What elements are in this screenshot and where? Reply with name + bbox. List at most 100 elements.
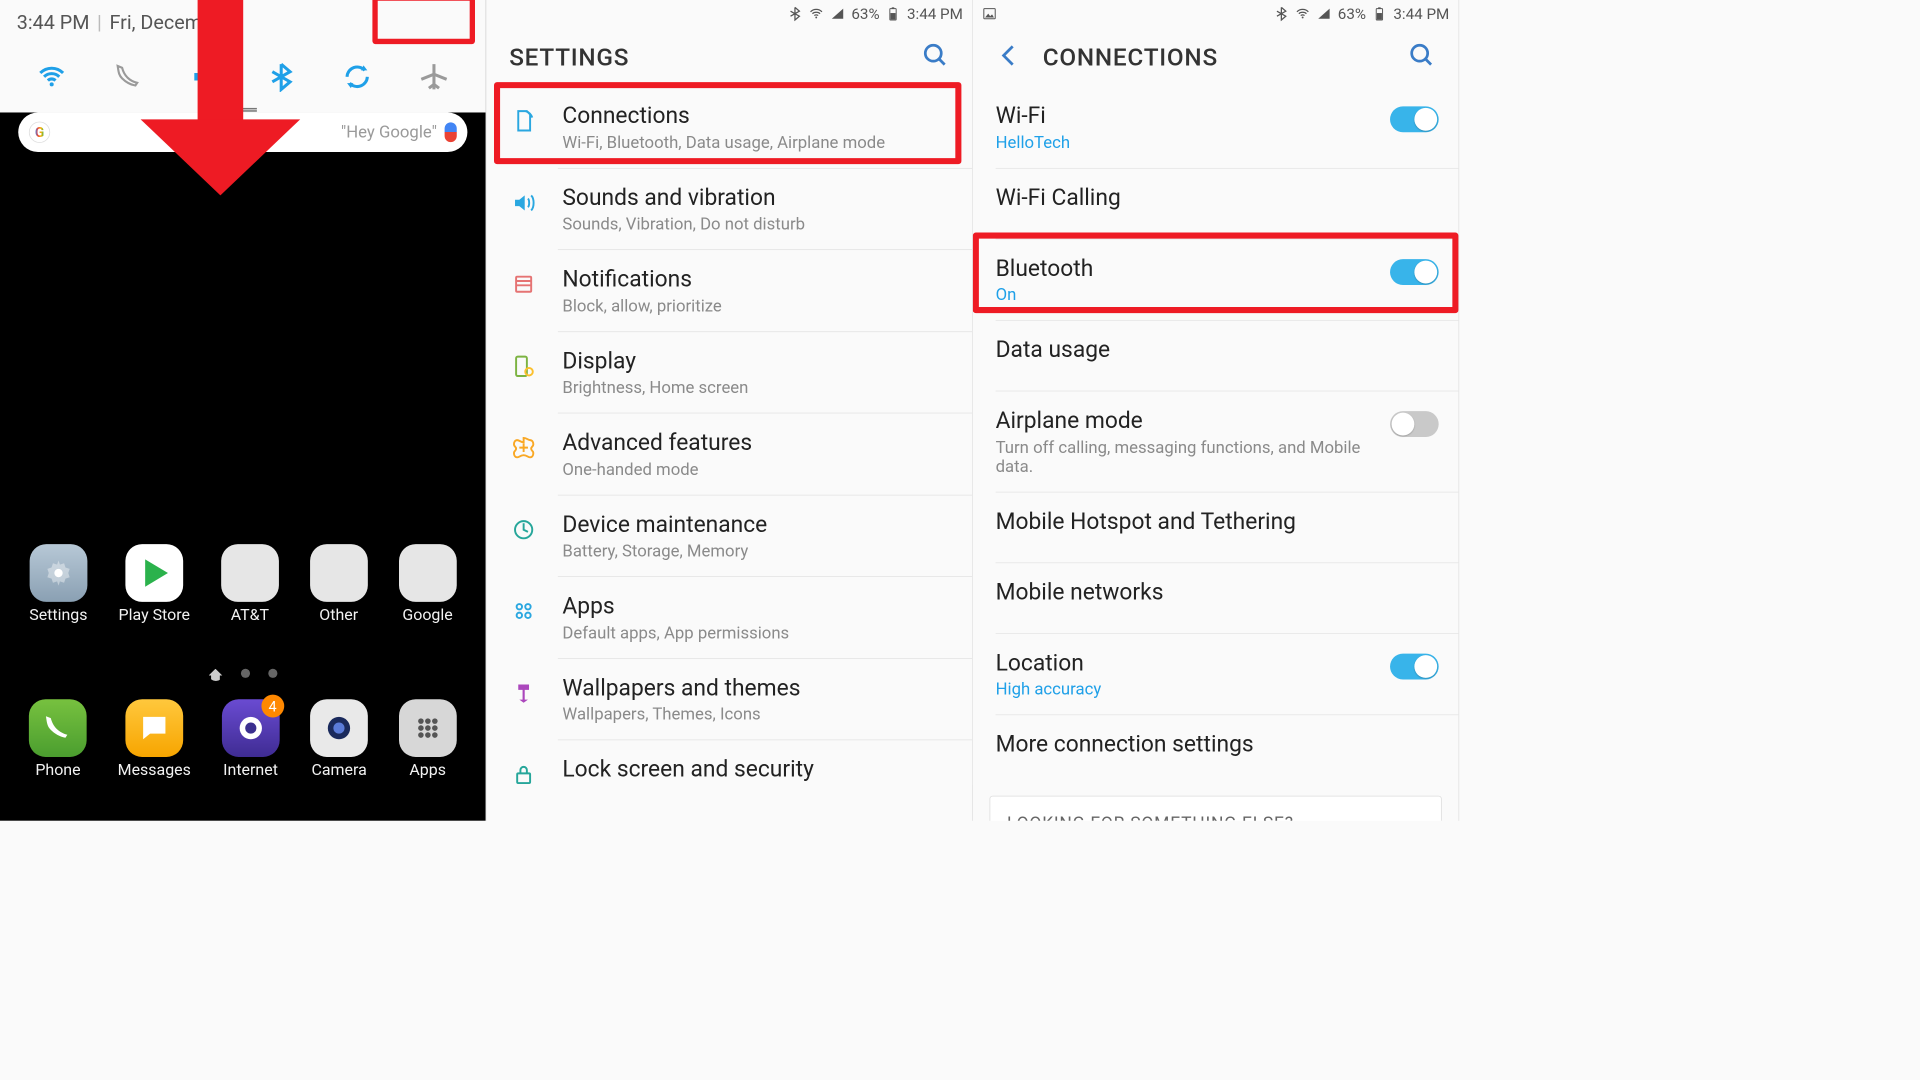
settings-title: SETTINGS — [509, 43, 629, 72]
app-internet[interactable]: 4Internet — [222, 699, 280, 780]
back-button[interactable] — [996, 42, 1023, 72]
app-camera[interactable]: Camera — [310, 699, 368, 780]
settings-row-notifications[interactable]: NotificationsBlock, allow, prioritize — [486, 250, 972, 331]
google-g-icon: G — [29, 122, 50, 143]
settings-row-lock-screen-and-security[interactable]: Lock screen and security — [486, 740, 972, 810]
row-subtitle: Sounds, Vibration, Do not disturb — [562, 215, 952, 234]
battery-icon — [1372, 6, 1387, 21]
adv-icon — [508, 432, 540, 464]
settings-row-apps[interactable]: AppsDefault apps, App permissions — [486, 577, 972, 658]
row-title: Device maintenance — [562, 510, 952, 538]
signal-icon — [830, 6, 845, 21]
bluetooth-icon[interactable] — [264, 59, 299, 94]
app-apps[interactable]: Apps — [399, 699, 457, 780]
notification-shade[interactable]: 3:44 PM | Fri, December — [0, 0, 486, 112]
pane-notification-shade: 3:44 PM | Fri, December G "Hey Google" S… — [0, 0, 486, 821]
airplane-icon[interactable] — [416, 59, 451, 94]
row-title: Wi-Fi — [996, 102, 1375, 131]
home-row-1: Settings Play Store AT&T Other Google — [0, 544, 486, 625]
phone-icon[interactable] — [111, 59, 146, 94]
row-title: Apps — [562, 592, 952, 621]
conn-row-mobile-hotspot-and-tethering[interactable]: Mobile Hotspot and Tethering — [973, 492, 1459, 562]
conn-row-wi-fi-calling[interactable]: Wi-Fi Calling — [973, 168, 1459, 238]
shade-topbar: 3:44 PM | Fri, December — [0, 0, 486, 46]
sound-icon — [508, 187, 540, 219]
badge: 4 — [261, 695, 284, 718]
home-pager[interactable] — [0, 669, 486, 681]
settings-list: Connections Wi-Fi, Bluetooth, Data usage,… — [486, 87, 972, 811]
notif-icon — [508, 268, 540, 300]
app-phone[interactable]: Phone — [29, 699, 87, 780]
conn-row-location[interactable]: Location High accuracy — [973, 633, 1459, 714]
row-title: Mobile networks — [996, 578, 1439, 607]
app-label: Apps — [409, 762, 446, 780]
battery-pct: 63% — [851, 5, 879, 23]
app-play-store[interactable]: Play Store — [119, 544, 190, 625]
app-label: Other — [319, 606, 358, 624]
sound-icon[interactable] — [187, 59, 222, 94]
toggle[interactable] — [1390, 259, 1439, 285]
row-subtitle: High accuracy — [996, 680, 1375, 699]
row-title: Data usage — [996, 336, 1439, 365]
sim-icon — [508, 105, 540, 137]
toggle[interactable] — [1390, 653, 1439, 679]
maint-icon — [508, 513, 540, 545]
connections-footer[interactable]: LOOKING FOR SOMETHING ELSE? — [990, 796, 1442, 821]
quick-toggle-row — [0, 46, 486, 108]
app-other-folder[interactable]: Other — [310, 544, 368, 625]
row-title: Notifications — [562, 265, 952, 294]
row-title: Display — [562, 347, 952, 376]
row-title: Sounds and vibration — [562, 184, 952, 213]
toggle[interactable] — [1390, 106, 1439, 132]
battery-pct: 63% — [1338, 5, 1366, 23]
app-label: Internet — [223, 762, 278, 780]
row-subtitle: One-handed mode — [562, 460, 952, 479]
app-settings[interactable]: Settings — [29, 544, 87, 625]
shade-time: 3:44 PM — [17, 11, 90, 34]
pane-settings: 63% 3:44 PM SETTINGS Connections Wi-Fi, B… — [486, 0, 972, 821]
shade-date: Fri, December — [109, 11, 230, 34]
row-title: Connections — [562, 102, 952, 131]
app-google-folder[interactable]: Google — [399, 544, 457, 625]
toggle[interactable] — [1390, 411, 1439, 437]
app-label: Camera — [311, 762, 366, 780]
row-title: Advanced features — [562, 429, 952, 458]
settings-row-display[interactable]: DisplayBrightness, Home screen — [486, 332, 972, 413]
picture-icon — [982, 6, 997, 21]
conn-row-airplane-mode[interactable]: Airplane modeTurn off calling, messaging… — [973, 391, 1459, 491]
app-messages[interactable]: Messages — [118, 699, 191, 780]
settings-row-advanced-features[interactable]: Advanced features One-handed mode — [486, 413, 972, 494]
status-time: 3:44 PM — [907, 5, 963, 23]
status-bar: 63% 3:44 PM — [973, 0, 1459, 27]
rotate-icon[interactable] — [340, 59, 375, 94]
mic-icon[interactable] — [445, 122, 457, 142]
conn-row-data-usage[interactable]: Data usage — [973, 321, 1459, 391]
row-subtitle: Wi-Fi, Bluetooth, Data usage, Airplane m… — [562, 133, 952, 152]
settings-row-wallpapers-and-themes[interactable]: Wallpapers and themesWallpapers, Themes,… — [486, 659, 972, 740]
battery-icon — [886, 6, 901, 21]
conn-row-more-connection-settings[interactable]: More connection settings — [973, 715, 1459, 785]
settings-row-device-maintenance[interactable]: Device maintenance Battery, Storage, Memo… — [486, 495, 972, 576]
conn-row-bluetooth[interactable]: BluetoothOn — [973, 239, 1459, 320]
wifi-icon[interactable] — [34, 59, 69, 94]
wifi-icon — [1295, 6, 1310, 21]
bluetooth-icon — [1274, 6, 1289, 21]
app-label: AT&T — [231, 606, 269, 624]
row-subtitle: Battery, Storage, Memory — [562, 542, 952, 561]
conn-row-mobile-networks[interactable]: Mobile networks — [973, 563, 1459, 633]
apps-icon — [508, 595, 540, 627]
row-subtitle: HelloTech — [996, 133, 1375, 152]
search-button[interactable] — [922, 42, 949, 72]
conn-row-wi-fi[interactable]: Wi-Fi HelloTech — [973, 87, 1459, 168]
google-search-bar[interactable]: G "Hey Google" — [18, 112, 467, 152]
search-button[interactable] — [1408, 42, 1435, 72]
row-subtitle: On — [996, 286, 1375, 305]
shade-grab-handle[interactable] — [229, 108, 256, 112]
settings-row-sounds-and-vibration[interactable]: Sounds and vibration Sounds, Vibration, D… — [486, 168, 972, 249]
app-att-folder[interactable]: AT&T — [221, 544, 279, 625]
lock-icon — [508, 758, 540, 790]
pane-connections: 63% 3:44 PM CONNECTIONS Wi-FiHelloTechWi… — [973, 0, 1459, 821]
row-title: Location — [996, 649, 1375, 678]
settings-row-connections[interactable]: Connections Wi-Fi, Bluetooth, Data usage,… — [486, 87, 972, 168]
status-bar: 63% 3:44 PM — [486, 0, 972, 27]
